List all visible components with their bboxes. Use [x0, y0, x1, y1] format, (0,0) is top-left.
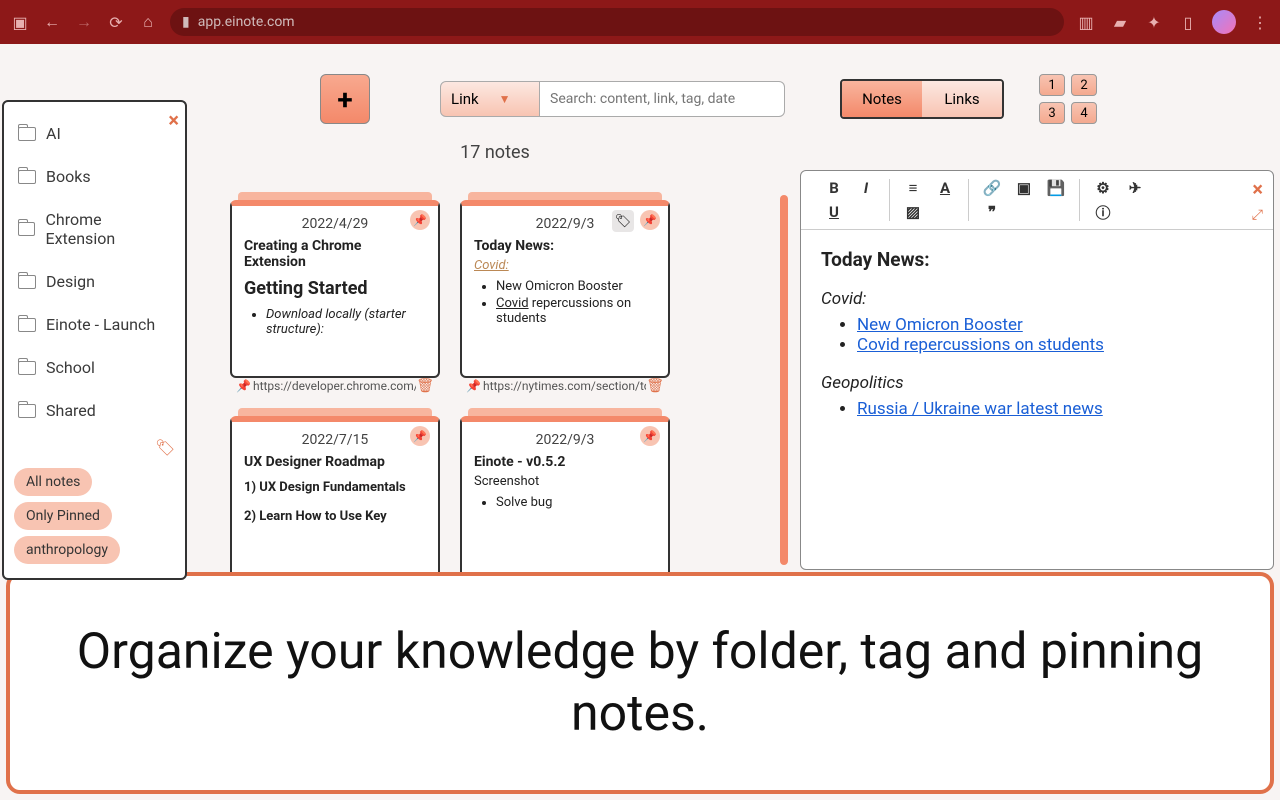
- cols-3-button[interactable]: 3: [1039, 102, 1065, 124]
- sidebar-folder[interactable]: AI: [4, 112, 185, 155]
- column-buttons: 1 2 3 4: [1039, 74, 1109, 124]
- sidebar-toggle-icon[interactable]: ▣: [10, 12, 30, 32]
- font-color-icon[interactable]: A: [936, 179, 954, 197]
- sidebar-folder[interactable]: Einote - Launch: [4, 303, 185, 346]
- gear-icon[interactable]: ⚙: [1094, 179, 1112, 197]
- send-icon[interactable]: ✈: [1126, 179, 1144, 197]
- expand-icon[interactable]: ⤢: [1252, 207, 1263, 223]
- tag-filter[interactable]: anthropology: [14, 536, 120, 564]
- tab-notes[interactable]: Notes: [842, 81, 922, 117]
- search-input[interactable]: [540, 81, 785, 117]
- note-card[interactable]: 📌 2022/9/3 Einote - v0.5.2 Screenshot So…: [460, 416, 670, 594]
- folder-icon: [18, 318, 36, 332]
- filter-type-label: Link: [451, 90, 479, 108]
- underline-icon[interactable]: U: [825, 203, 843, 221]
- menu-icon[interactable]: ⋮: [1250, 12, 1270, 32]
- pin-icon[interactable]: 📌: [640, 426, 660, 446]
- forward-icon[interactable]: →: [74, 12, 94, 32]
- trash-icon[interactable]: 🗑: [646, 378, 664, 394]
- close-icon[interactable]: ×: [1252, 177, 1263, 201]
- notes-count: 17 notes: [0, 142, 1280, 163]
- tag-filter[interactable]: Only Pinned: [14, 502, 112, 530]
- cols-1-button[interactable]: 1: [1039, 74, 1065, 96]
- tag-icon[interactable]: 🏷: [155, 438, 175, 458]
- browser-top-bar: ▣ ← → ⟳ ⌂ ▮ app.einote.com ▥ ▰ ✦ ▯ ⋮: [0, 0, 1280, 44]
- italic-icon[interactable]: I: [857, 179, 875, 197]
- attach-icon[interactable]: 🔗: [983, 179, 1001, 197]
- folder-icon: [18, 275, 36, 289]
- bold-icon[interactable]: B: [825, 179, 843, 197]
- folder-icon: [18, 170, 36, 184]
- note-card[interactable]: 📌 2022/4/29 Creating a Chrome Extension …: [230, 200, 440, 396]
- notes-grid: 📌 2022/4/29 Creating a Chrome Extension …: [230, 200, 710, 594]
- add-note-button[interactable]: +: [320, 74, 370, 124]
- lock-icon: ▮: [182, 14, 190, 30]
- back-icon[interactable]: ←: [42, 12, 62, 32]
- promo-banner: Organize your knowledge by folder, tag a…: [6, 572, 1274, 794]
- reload-icon[interactable]: ⟳: [106, 12, 126, 32]
- note-card[interactable]: 📌 2022/7/15 UX Designer Roadmap 1) UX De…: [230, 416, 440, 594]
- pin-icon[interactable]: 📌: [640, 210, 660, 230]
- sidebar-folder[interactable]: Shared: [4, 389, 185, 432]
- align-icon[interactable]: ≡: [904, 179, 922, 197]
- pin-icon: 📌: [466, 379, 481, 393]
- app-toolbar: + Link ▼ Notes Links 1 2 3 4: [0, 44, 1280, 134]
- folder-icon: [18, 127, 36, 141]
- view-tabs: Notes Links: [840, 79, 1004, 119]
- pin-icon: 📌: [236, 379, 251, 393]
- info-icon[interactable]: ⓘ: [1094, 203, 1112, 221]
- folder-icon: [18, 361, 36, 375]
- editor-body[interactable]: Today News: Covid: New Omicron Booster C…: [801, 230, 1273, 455]
- sidebar-folder[interactable]: Chrome Extension: [4, 198, 185, 260]
- tag-filter[interactable]: All notes: [14, 468, 92, 496]
- trash-icon[interactable]: 🗑: [416, 378, 434, 394]
- sidebar: × AI Books Chrome Extension Design Einot…: [2, 100, 187, 580]
- image-icon[interactable]: ▣: [1015, 179, 1033, 197]
- editor-link[interactable]: Covid repercussions on students: [857, 335, 1104, 355]
- url-text: app.einote.com: [198, 14, 295, 30]
- avatar[interactable]: [1212, 10, 1236, 34]
- pin-icon[interactable]: 📌: [410, 426, 430, 446]
- filter-type-dropdown[interactable]: Link ▼: [440, 81, 540, 117]
- highlight-icon[interactable]: ▨: [904, 203, 922, 221]
- extensions-icon[interactable]: ✦: [1144, 12, 1164, 32]
- address-bar[interactable]: ▮ app.einote.com: [170, 8, 1064, 36]
- editor-title: Today News:: [821, 248, 1253, 271]
- sidebar-folder[interactable]: School: [4, 346, 185, 389]
- pin-icon[interactable]: 📌: [410, 210, 430, 230]
- editor-link[interactable]: Russia / Ukraine war latest news: [857, 399, 1103, 419]
- quote-icon[interactable]: ❞: [983, 203, 1001, 221]
- cols-2-button[interactable]: 2: [1071, 74, 1097, 96]
- download-icon[interactable]: ▰: [1110, 12, 1130, 32]
- editor-toolbar: B I U ≡ A ▨ 🔗 ▣ 💾 ❞: [801, 171, 1273, 230]
- note-link-text[interactable]: https://nytimes.com/section/to: [483, 379, 646, 393]
- tag-icon[interactable]: 🏷: [612, 210, 634, 232]
- close-icon[interactable]: ×: [168, 108, 179, 132]
- cols-4-button[interactable]: 4: [1071, 102, 1097, 124]
- sidebar-folder[interactable]: Design: [4, 260, 185, 303]
- note-link-text[interactable]: https://developer.chrome.com/d: [253, 379, 416, 393]
- chevron-down-icon: ▼: [499, 92, 511, 106]
- note-editor: B I U ≡ A ▨ 🔗 ▣ 💾 ❞: [800, 170, 1274, 570]
- sidebar-folder[interactable]: Books: [4, 155, 185, 198]
- pane-divider[interactable]: [780, 195, 788, 565]
- folder-icon: [18, 404, 36, 418]
- folder-icon: [18, 222, 35, 236]
- home-icon[interactable]: ⌂: [138, 12, 158, 32]
- device-icon[interactable]: ▯: [1178, 12, 1198, 32]
- tab-links[interactable]: Links: [922, 81, 1002, 117]
- editor-link[interactable]: New Omicron Booster: [857, 315, 1023, 335]
- note-card[interactable]: 🏷 📌 2022/9/3 Today News: Covid: New Omic…: [460, 200, 670, 396]
- save-icon[interactable]: 💾: [1047, 179, 1065, 197]
- library-icon[interactable]: ▥: [1076, 12, 1096, 32]
